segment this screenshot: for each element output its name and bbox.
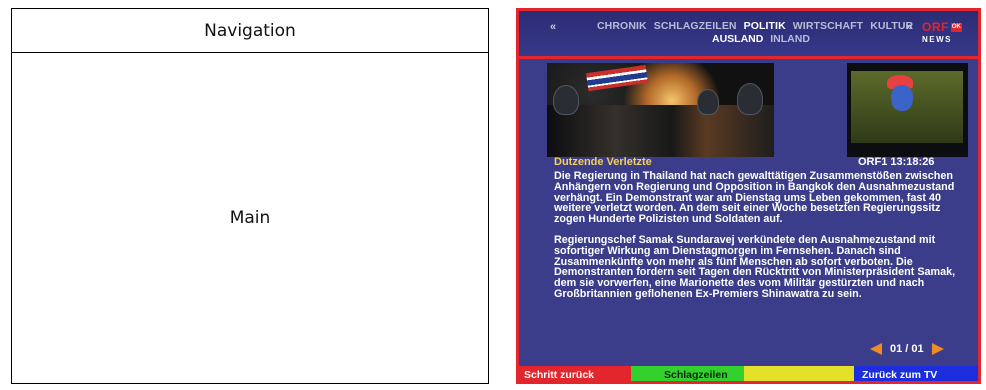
nav-item-inland[interactable]: INLAND [770,33,810,45]
cartoon-preview-image [851,71,963,143]
pager: 01 / 01 [870,343,944,355]
yellow-key-button[interactable] [744,366,854,381]
riot-helmet-image [697,89,719,115]
blue-key-button[interactable]: Zurück zum TV [854,366,978,381]
tv-preview-window[interactable] [847,63,968,157]
nav-prev-arrow[interactable]: « [550,21,556,33]
nav-item-schlagzeilen[interactable]: SCHLAGZEILEN [654,20,737,32]
page-next-arrow-icon[interactable] [931,343,944,355]
wireframe-main-label: Main [229,208,271,228]
page-prev-arrow-icon[interactable] [870,343,882,355]
logo-news-text: NEWS [922,35,952,44]
orf-news-logo: ORF OK NEWS [922,20,962,48]
crowd-image [547,105,774,157]
riot-helmet-image [553,85,579,115]
nav-row-2: AUSLAND INLAND [712,33,814,45]
nav-item-ausland[interactable]: AUSLAND [712,33,763,45]
wireframe-navigation-label: Navigation [204,20,296,41]
smurf-image [891,85,913,111]
article-paragraph-1: Die Regierung in Thailand hat nach gewal… [554,170,955,226]
article-timestamp: ORF1 13:18:26 [858,156,935,168]
wireframe-navigation: Navigation [12,9,488,53]
logo-orf-text: ORF [922,20,949,34]
red-key-button[interactable]: Schritt zurück [519,366,631,381]
teletext-header: « CHRONIK SCHLAGZEILEN POLITIK WIRTSCHAF… [519,11,978,59]
logo-ok-badge: OK [950,22,962,32]
nav-next-arrow[interactable]: » [906,21,912,33]
nav-row-1: CHRONIK SCHLAGZEILEN POLITIK WIRTSCHAFT … [597,20,917,32]
wireframe-main: Main [12,53,488,383]
page-counter: 01 / 01 [890,343,924,355]
color-key-bar: Schritt zurück Schlagzeilen Zurück zum T… [519,366,978,381]
article-headline: Dutzende Verletzte [554,156,652,168]
article-paragraph-2: Regierungschef Samak Sundaravej verkünde… [554,233,956,300]
teletext-screen: « CHRONIK SCHLAGZEILEN POLITIK WIRTSCHAF… [516,8,981,384]
wireframe-panel: Navigation Main [11,8,489,384]
news-photo [547,63,774,157]
article-body: Die Regierung in Thailand hat nach gewal… [554,171,969,310]
green-key-button[interactable]: Schlagzeilen [631,366,744,381]
riot-helmet-image [737,83,763,115]
nav-item-wirtschaft[interactable]: WIRTSCHAFT [793,20,863,32]
thai-flag-image [586,64,648,92]
nav-item-chronik[interactable]: CHRONIK [597,20,647,32]
nav-item-politik[interactable]: POLITIK [744,20,786,32]
